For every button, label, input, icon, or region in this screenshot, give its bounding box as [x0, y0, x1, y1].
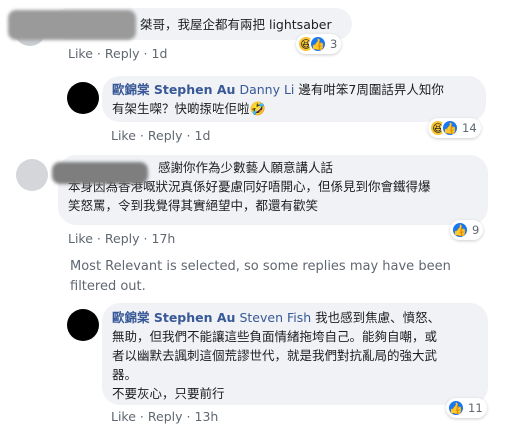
comment-text: 歐錦棠 Stephen Au Steven Fish 我也感到焦慮、憤怒、 無助…	[112, 310, 441, 401]
like-link[interactable]: Like	[68, 46, 93, 61]
comment-author[interactable]: 歐錦棠 Stephen Au	[112, 82, 235, 97]
timestamp[interactable]: 17h	[152, 231, 176, 246]
like-link[interactable]: Like	[68, 231, 93, 246]
comment-author[interactable]: 歐錦棠 Stephen Au	[112, 310, 235, 325]
comment-bubble: 歐錦棠 Stephen Au Steven Fish 我也感到焦慮、憤怒、 無助…	[102, 303, 488, 405]
avatar[interactable]	[16, 159, 48, 191]
reply-link[interactable]: Reply	[148, 409, 183, 424]
avatar[interactable]	[67, 82, 99, 114]
timestamp[interactable]: 13h	[195, 409, 219, 424]
mention-link[interactable]: Steven Fish	[239, 310, 311, 325]
reaction-summary[interactable]: 😆 👍 14	[428, 118, 481, 138]
reply-link[interactable]: Reply	[105, 231, 140, 246]
comment-text: 桀哥，我屋企都有兩把 lightsaber	[140, 17, 332, 32]
reaction-count: 3	[330, 37, 338, 51]
reply-link[interactable]: Reply	[105, 46, 140, 61]
comment-actions: Like · Reply · 13h	[111, 409, 219, 424]
reaction-count: 9	[472, 223, 480, 237]
reaction-count: 11	[468, 401, 483, 415]
redacted-name	[52, 162, 148, 184]
like-icon: 👍	[441, 119, 459, 137]
timestamp[interactable]: 1d	[195, 128, 211, 143]
like-link[interactable]: Like	[111, 409, 136, 424]
comment-actions: Like · Reply · 1d	[68, 46, 168, 61]
like-link[interactable]: Like	[111, 128, 136, 143]
comment-actions: Like · Reply · 1d	[111, 128, 211, 143]
comment-text: 歐錦棠 Stephen Au Danny Li 邊有咁笨7周圍話畀人知你 有架生…	[112, 82, 444, 117]
like-icon: 👍	[309, 35, 327, 53]
reaction-count: 14	[462, 121, 477, 135]
mention-link[interactable]: Danny Li	[239, 82, 294, 97]
reply-link[interactable]: Reply	[148, 128, 183, 143]
comment-bubble: 歐錦棠 Stephen Au Danny Li 邊有咁笨7周圍話畀人知你 有架生…	[102, 76, 486, 122]
like-icon: 👍	[447, 399, 465, 417]
reaction-summary[interactable]: 👍 11	[446, 398, 487, 418]
timestamp[interactable]: 1d	[152, 46, 168, 61]
avatar[interactable]	[67, 309, 99, 341]
like-icon: 👍	[451, 221, 469, 239]
filter-note: Most Relevant is selected, so some repli…	[70, 259, 451, 294]
grinning-emoji-icon: 🤣	[249, 102, 266, 117]
comment-actions: Like · Reply · 17h	[68, 231, 176, 246]
redacted-name	[8, 10, 136, 40]
reaction-summary[interactable]: 😆 👍 3	[296, 34, 342, 54]
reaction-summary[interactable]: 👍 9	[450, 220, 484, 240]
